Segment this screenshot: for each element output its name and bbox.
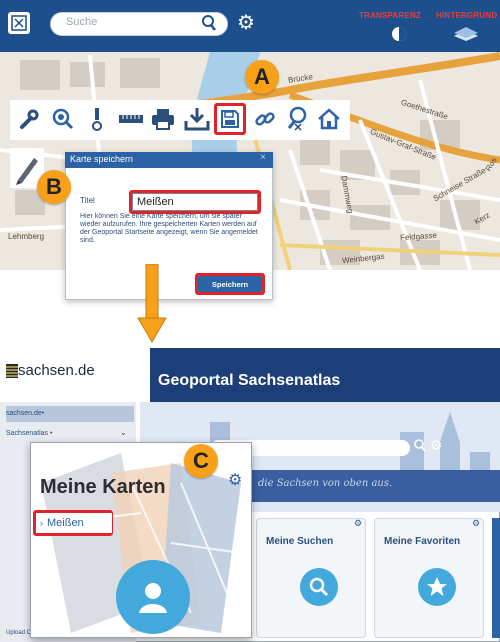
callout-a: A xyxy=(245,60,279,94)
title-field-label: Titel xyxy=(80,196,95,205)
callout-c: C xyxy=(184,444,218,478)
search-icon xyxy=(300,568,338,606)
close-icon[interactable]: × xyxy=(260,152,266,163)
info-icon[interactable] xyxy=(82,104,112,134)
search-icon[interactable] xyxy=(200,13,218,38)
portal-search-icon[interactable] xyxy=(413,438,427,459)
meine-karten-title: Meine Karten xyxy=(40,476,166,498)
saved-map-label: Meißen xyxy=(47,517,84,529)
wrench-icon[interactable] xyxy=(14,104,44,134)
gear-icon[interactable]: ⚙ xyxy=(237,13,255,33)
layers-icon[interactable] xyxy=(452,26,480,47)
tile-gear-icon[interactable]: ⚙ xyxy=(354,518,362,529)
link-icon[interactable] xyxy=(250,104,280,134)
portal-gear-icon[interactable]: ⚙ xyxy=(430,438,443,452)
fullscreen-button[interactable] xyxy=(8,12,30,34)
map-label-lehmberg: Lehmberg xyxy=(8,232,45,241)
transparency-label: TRANSPARENZ xyxy=(359,11,422,20)
home-icon[interactable] xyxy=(314,104,344,134)
chevron-down-icon[interactable]: ⌄ xyxy=(120,428,127,437)
sidebar-item-sachsende[interactable]: sachsen.de• xyxy=(6,410,44,417)
floppy-disk-icon xyxy=(221,110,239,128)
title-input[interactable]: Meißen xyxy=(132,193,258,211)
background-label: HINTERGRUND xyxy=(436,11,498,20)
clear-search-icon[interactable] xyxy=(282,104,312,134)
tile-title-favoriten: Meine Favoriten xyxy=(384,536,461,547)
sidebar-item-sachsenatlas[interactable]: Sachsenatlas • xyxy=(6,430,52,437)
dialog-description: Hier können Sie eine Karte speichern, um… xyxy=(80,213,258,244)
print-icon[interactable] xyxy=(148,104,178,134)
zoom-search-icon[interactable] xyxy=(48,104,78,134)
arrow-down-icon xyxy=(137,264,167,343)
karten-gear-icon[interactable]: ⚙ xyxy=(228,470,242,490)
download-icon[interactable] xyxy=(182,104,212,134)
save-button[interactable]: Speichern xyxy=(198,276,262,292)
saved-map-item[interactable]: › Meißen xyxy=(36,513,112,533)
portal-title: Geoportal Sachsenatlas xyxy=(158,372,341,389)
expand-icon xyxy=(11,15,27,31)
tile-gear-icon[interactable]: ⚙ xyxy=(472,518,480,529)
sachsen-logo[interactable]: sachsen.de xyxy=(18,362,95,379)
transparency-icon[interactable] xyxy=(391,26,407,47)
ruler-icon[interactable] xyxy=(116,104,146,134)
search-placeholder: Suche xyxy=(66,16,98,28)
star-icon xyxy=(418,568,456,606)
callout-b: B xyxy=(37,170,71,204)
chevron-right-icon: › xyxy=(40,518,43,528)
dialog-title: Karte speichern xyxy=(70,154,134,164)
tile-edge xyxy=(492,518,500,638)
user-avatar-icon xyxy=(116,560,190,634)
saxony-coat-of-arms-icon xyxy=(6,364,18,378)
save-map-button[interactable] xyxy=(214,103,246,135)
tile-title-suchen: Meine Suchen xyxy=(266,536,334,547)
hero-tagline: die Sachsen von oben aus. xyxy=(258,478,393,489)
